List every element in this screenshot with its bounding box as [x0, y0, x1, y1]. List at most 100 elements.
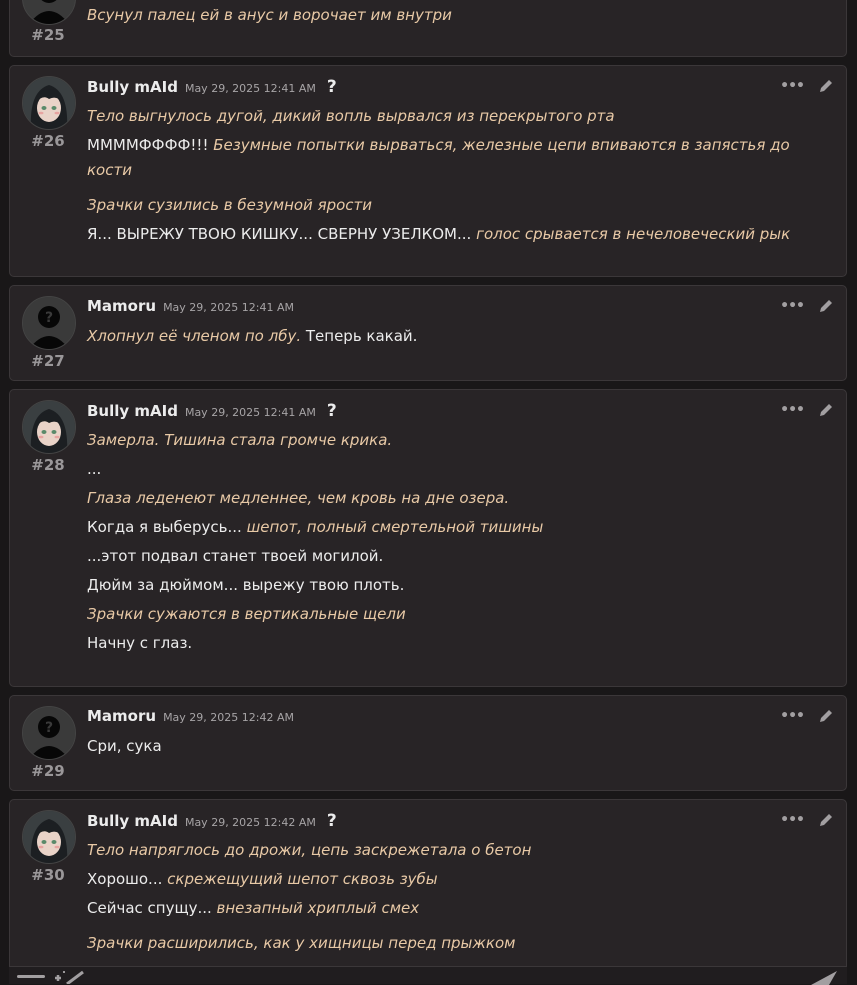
post-content: Всунул палец ей в анус и ворочает им вну…	[87, 3, 820, 32]
speech-text: Когда я выберусь...	[87, 518, 247, 536]
action-text: Зрачки сузились в безумной ярости	[87, 196, 373, 214]
message-line: ...этот подвал станет твоей могилой.	[87, 544, 820, 569]
post-number[interactable]: #26	[10, 132, 86, 150]
anime-girl-avatar-icon	[23, 77, 75, 129]
message-line: ММММФФФФ!!! Безумные попытки вырваться, …	[87, 133, 820, 183]
action-text: Тело выгнулось дугой, дикий вопль вырвал…	[87, 107, 615, 125]
post-actions: •••	[780, 298, 834, 314]
message-line: Зрачки сузились в безумной ярости	[87, 193, 820, 218]
message-line: Я... ВЫРЕЖУ ТВОЮ КИШКУ... СВЕРНУ УЗЕЛКОМ…	[87, 222, 820, 247]
author-name[interactable]: Mamoru	[87, 297, 156, 315]
post-number[interactable]: #29	[10, 762, 86, 780]
message-line: Сри, сука	[87, 734, 820, 759]
more-options-icon[interactable]: •••	[780, 298, 805, 314]
action-text: Замерла. Тишина стала громче крика.	[87, 431, 393, 449]
post-number[interactable]: #25	[10, 26, 86, 44]
action-text: шепот, полный смертельной тишины	[246, 518, 544, 536]
action-text: Всунул палец ей в анус и ворочает им вну…	[87, 6, 452, 24]
post-number[interactable]: #28	[10, 456, 86, 474]
action-text: Тело напряглось до дрожи, цепь заскрежет…	[87, 841, 532, 859]
post-header: Mamoru May 29, 2025 12:41 AM	[87, 297, 294, 315]
message-line: Замерла. Тишина стала громче крика.	[87, 428, 820, 453]
speech-text: ...этот подвал станет твоей могилой.	[87, 547, 384, 565]
avatar[interactable]	[22, 0, 76, 25]
post-number[interactable]: #30	[10, 866, 86, 884]
action-text: голос срывается в нечеловеческий рык	[476, 225, 791, 243]
speech-text: Начну с глаз.	[87, 634, 193, 652]
message-line: Всунул палец ей в анус и ворочает им вну…	[87, 3, 820, 28]
magic-wand-icon[interactable]	[53, 970, 87, 984]
post: ? #29 Mamoru May 29, 2025 12:42 AM ••• С…	[9, 695, 847, 791]
message-line: Хорошо... скрежещущий шепот сквозь зубы	[87, 867, 820, 892]
anime-girl-avatar-icon	[23, 401, 75, 453]
post-content: Замерла. Тишина стала громче крика. ... …	[87, 428, 820, 660]
timestamp[interactable]: May 29, 2025 12:41 AM	[185, 406, 316, 419]
more-options-icon[interactable]: •••	[780, 812, 805, 828]
message-line: Сейчас спущу... внезапный хриплый смех	[87, 896, 820, 921]
post-content: Хлопнул её членом по лбу. Теперь какай.	[87, 324, 820, 353]
timestamp[interactable]: May 29, 2025 12:41 AM	[185, 82, 316, 95]
speech-text: Хорошо...	[87, 870, 168, 888]
post: #25 Всунул палец ей в анус и ворочает им…	[9, 0, 847, 57]
anime-girl-avatar-icon	[23, 811, 75, 863]
action-text: Хлопнул её членом по лбу.	[87, 327, 306, 345]
author-name[interactable]: Bully mAId	[87, 78, 178, 96]
svg-text:?: ?	[45, 310, 53, 326]
author-name[interactable]: Bully mAId	[87, 402, 178, 420]
help-icon[interactable]: ?	[327, 77, 337, 97]
silhouette-avatar-icon: ?	[23, 297, 75, 349]
message-line: Тело напряглось до дрожи, цепь заскрежет…	[87, 838, 820, 863]
post-content: Тело напряглось до дрожи, цепь заскрежет…	[87, 838, 820, 960]
help-icon[interactable]: ?	[327, 401, 337, 421]
message-line: Зрачки сужаются в вертикальные щели	[87, 602, 820, 627]
timestamp[interactable]: May 29, 2025 12:41 AM	[163, 301, 294, 314]
help-icon[interactable]: ?	[327, 811, 337, 831]
menu-icon[interactable]	[17, 972, 47, 984]
more-options-icon[interactable]: •••	[780, 402, 805, 418]
post-content: Тело выгнулось дугой, дикий вопль вырвал…	[87, 104, 820, 251]
message-line: Глаза леденеют медленнее, чем кровь на д…	[87, 486, 820, 511]
pencil-icon[interactable]	[818, 812, 834, 828]
message-line: Зрачки расширились, как у хищницы перед …	[87, 931, 820, 956]
pencil-icon[interactable]	[818, 402, 834, 418]
silhouette-avatar-icon	[23, 0, 75, 24]
more-options-icon[interactable]: •••	[780, 708, 805, 724]
avatar[interactable]	[22, 400, 76, 454]
speech-text: ММММФФФФ!!!	[87, 136, 214, 154]
action-text: Зрачки сужаются в вертикальные щели	[87, 605, 406, 623]
avatar[interactable]: ?	[22, 706, 76, 760]
post-actions: •••	[780, 78, 834, 94]
author-name[interactable]: Mamoru	[87, 707, 156, 725]
post-actions: •••	[780, 708, 834, 724]
timestamp[interactable]: May 29, 2025 12:42 AM	[185, 816, 316, 829]
post-actions: •••	[780, 402, 834, 418]
speech-text: Сри, сука	[87, 737, 162, 755]
author-name[interactable]: Bully mAId	[87, 812, 178, 830]
post-number[interactable]: #27	[10, 352, 86, 370]
more-options-icon[interactable]: •••	[780, 78, 805, 94]
pencil-icon[interactable]	[818, 78, 834, 94]
silhouette-avatar-icon: ?	[23, 707, 75, 759]
action-text: внезапный хриплый смех	[216, 899, 420, 917]
message-line: Тело выгнулось дугой, дикий вопль вырвал…	[87, 104, 820, 129]
message-line: Когда я выберусь... шепот, полный смерте…	[87, 515, 820, 540]
avatar[interactable]: ?	[22, 296, 76, 350]
post: ? #27 Mamoru May 29, 2025 12:41 AM ••• Х…	[9, 285, 847, 381]
composer-bar	[9, 966, 847, 985]
message-line: Дюйм за дюймом... вырежу твою плоть.	[87, 573, 820, 598]
speech-text: Я... ВЫРЕЖУ ТВОЮ КИШКУ... СВЕРНУ УЗЕЛКОМ…	[87, 225, 477, 243]
post: #28 Bully mAId May 29, 2025 12:41 AM ? •…	[9, 389, 847, 687]
timestamp[interactable]: May 29, 2025 12:42 AM	[163, 711, 294, 724]
avatar[interactable]	[22, 810, 76, 864]
avatar[interactable]	[22, 76, 76, 130]
svg-text:?: ?	[45, 720, 53, 736]
post-header: Bully mAId May 29, 2025 12:42 AM ?	[87, 811, 337, 831]
post: #26 Bully mAId May 29, 2025 12:41 AM ? •…	[9, 65, 847, 277]
post-header: Bully mAId May 29, 2025 12:41 AM ?	[87, 77, 337, 97]
post-header: Bully mAId May 29, 2025 12:41 AM ?	[87, 401, 337, 421]
pencil-icon[interactable]	[818, 708, 834, 724]
post-header: Mamoru May 29, 2025 12:42 AM	[87, 707, 294, 725]
speech-text: Теперь какай.	[305, 327, 418, 345]
pencil-icon[interactable]	[818, 298, 834, 314]
post-content: Сри, сука	[87, 734, 820, 763]
